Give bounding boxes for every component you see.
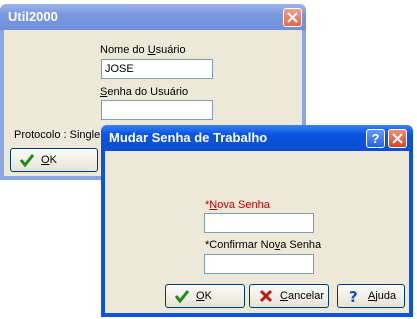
- dialog-help-title-button[interactable]: ?: [366, 129, 385, 148]
- checkmark-icon: [19, 154, 35, 168]
- checkmark-icon: [174, 290, 190, 304]
- change-password-dialog: Mudar Senha de Trabalho ? *Nova Senha *C…: [101, 125, 413, 317]
- protocol-text: Protocolo : SingleU: [14, 129, 109, 141]
- dialog-help-button[interactable]: ? Ajuda: [337, 284, 405, 308]
- new-password-label: *Nova Senha: [205, 199, 270, 211]
- question-mark-icon: ?: [371, 131, 380, 146]
- svg-text:?: ?: [349, 288, 358, 304]
- username-field[interactable]: JOSE: [101, 59, 213, 79]
- password-label: Senha do Usuário: [100, 86, 189, 98]
- password-field[interactable]: [101, 100, 213, 120]
- close-icon: [392, 133, 403, 144]
- new-password-field[interactable]: [204, 213, 314, 233]
- login-window-title: Util2000: [8, 9, 58, 24]
- close-icon: [287, 12, 298, 23]
- login-close-button[interactable]: [283, 8, 302, 27]
- login-ok-button[interactable]: OK: [10, 148, 98, 172]
- dialog-close-button[interactable]: [388, 129, 407, 148]
- help-icon: ?: [349, 288, 358, 304]
- dialog-client-area: *Nova Senha *Confirmar Nova Senha OK Can…: [105, 151, 409, 313]
- username-label: Nome do Usuário: [100, 44, 186, 56]
- confirm-password-label: *Confirmar Nova Senha: [205, 239, 322, 251]
- dialog-title: Mudar Senha de Trabalho: [109, 130, 268, 145]
- login-title-bar[interactable]: Util2000: [0, 4, 306, 30]
- dialog-cancel-button[interactable]: Cancelar: [249, 284, 329, 308]
- dialog-ok-button[interactable]: OK: [165, 284, 245, 308]
- confirm-password-field[interactable]: [204, 254, 314, 274]
- cancel-x-icon: [259, 289, 273, 303]
